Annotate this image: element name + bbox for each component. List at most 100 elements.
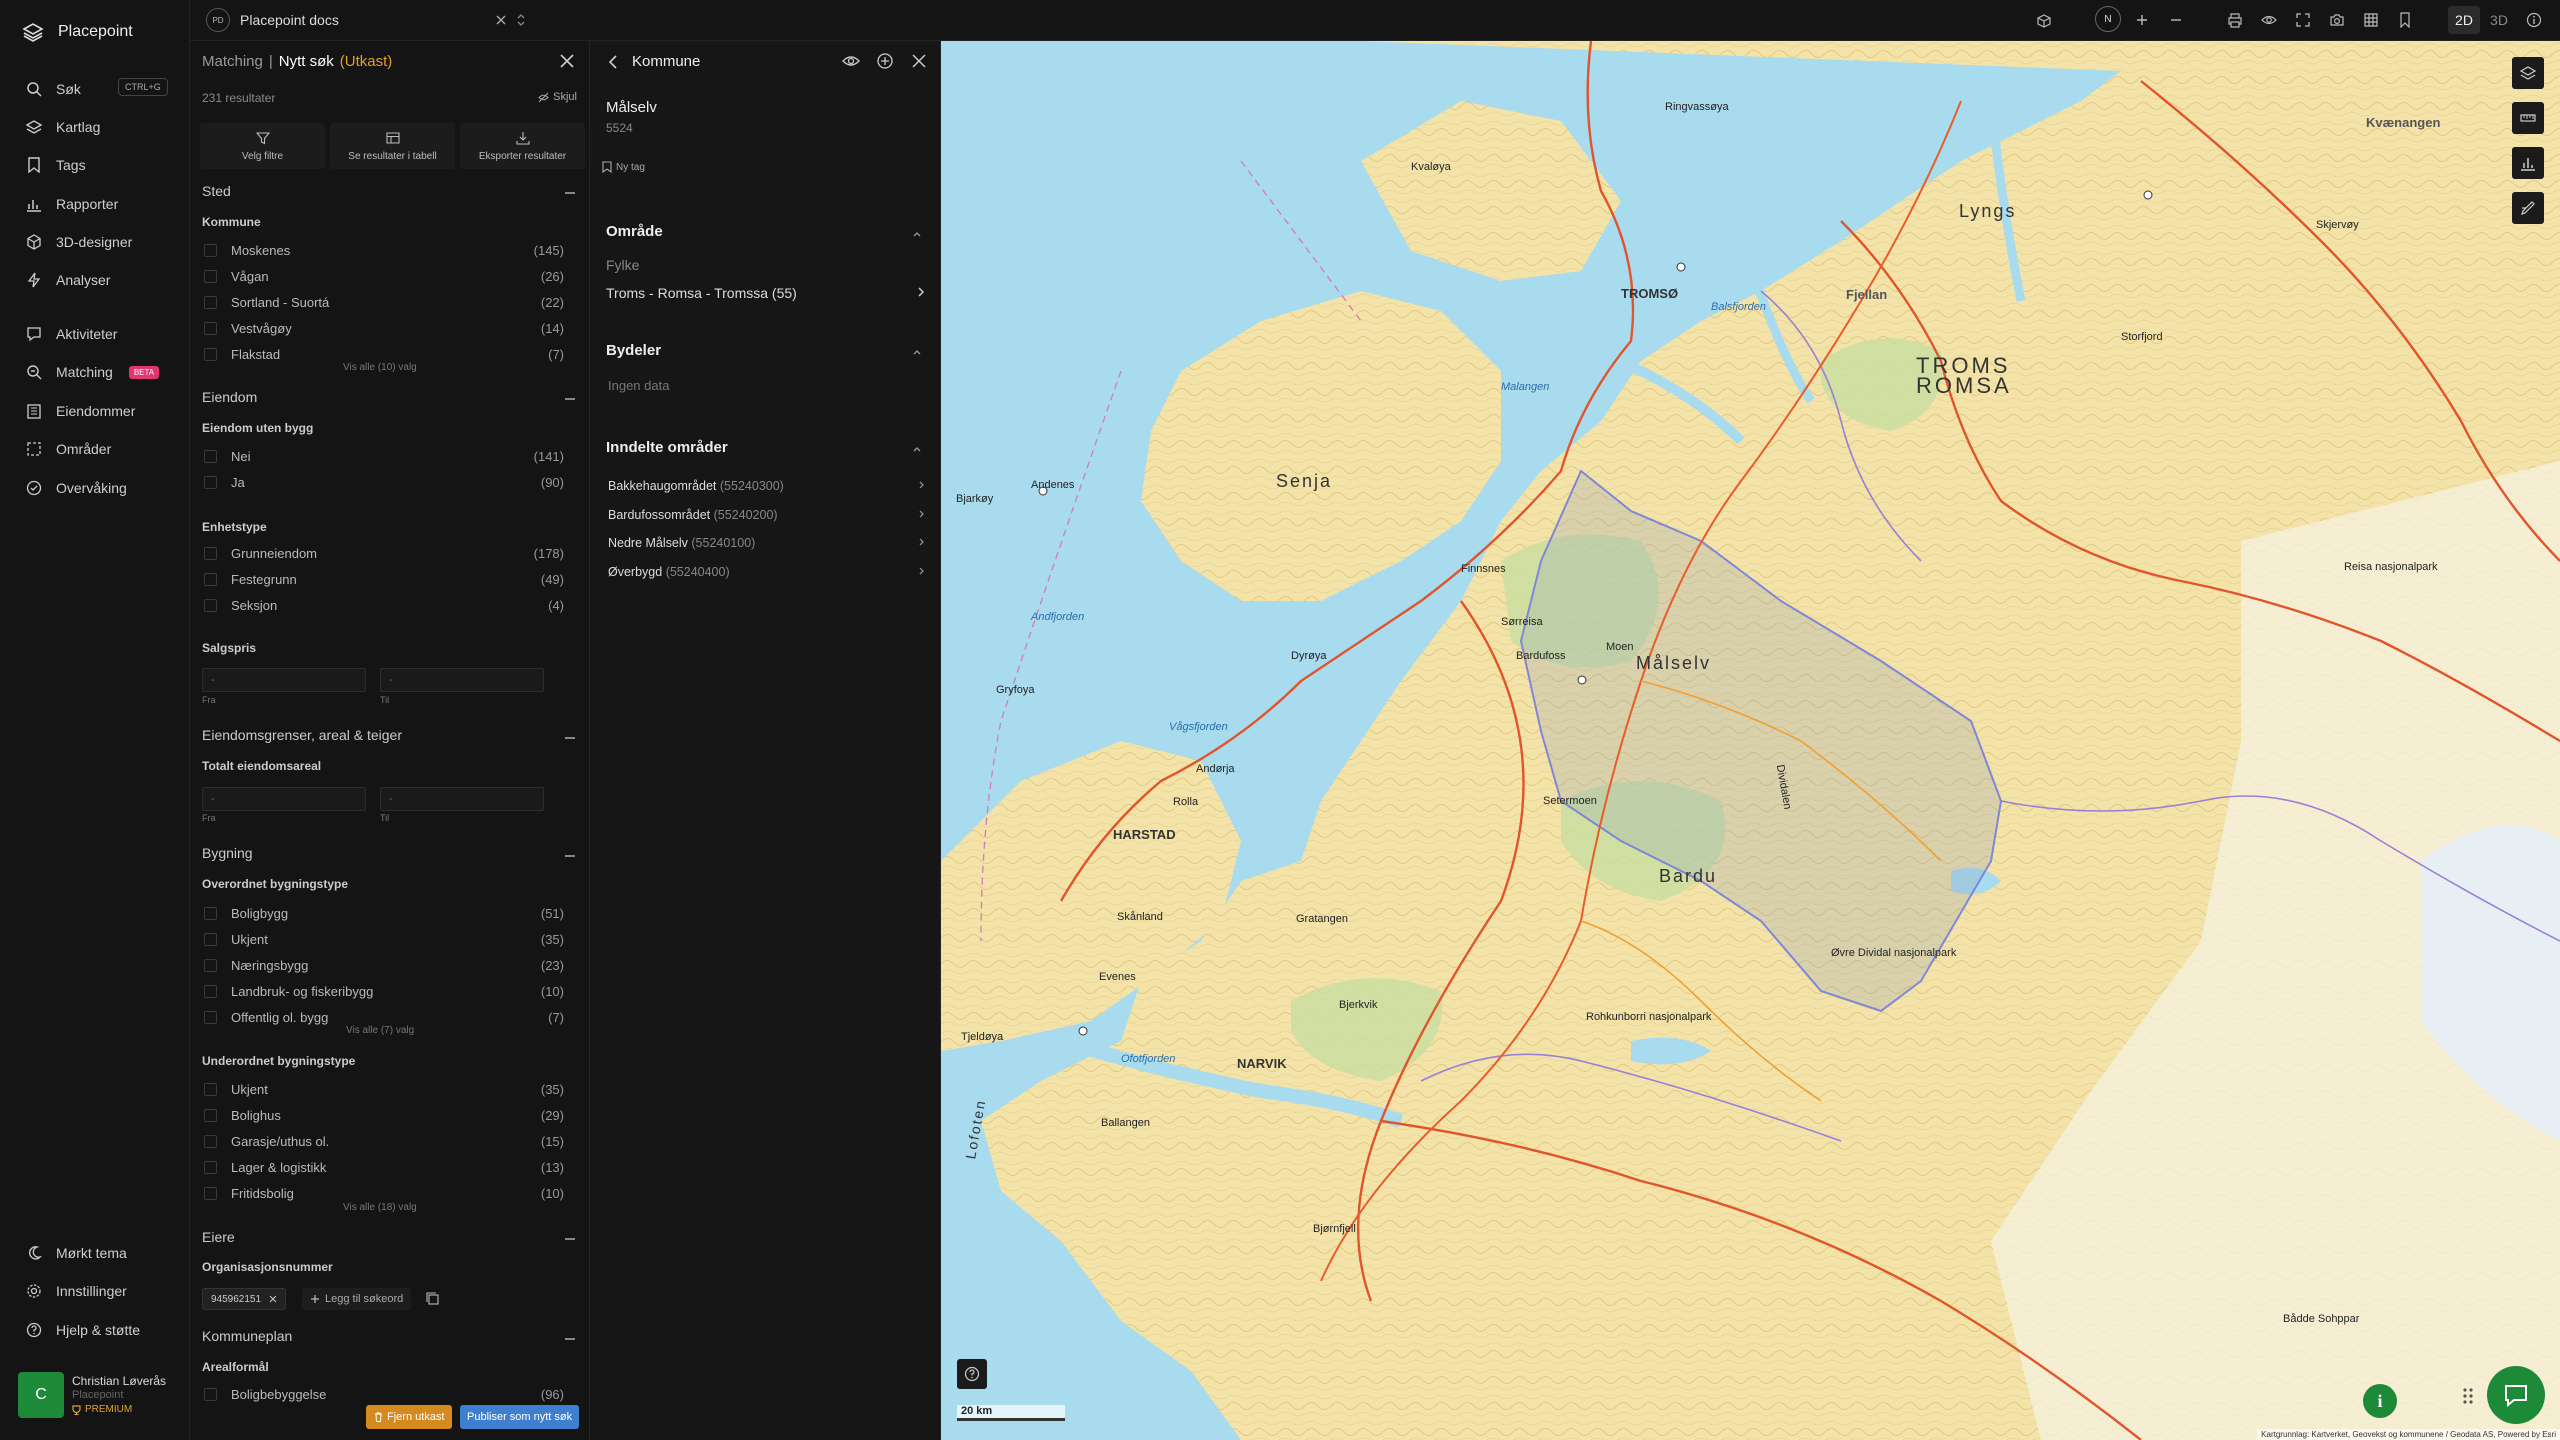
close-icon[interactable] — [910, 52, 928, 70]
screenshot-button[interactable] — [2327, 10, 2347, 30]
filter-option[interactable]: Landbruk- og fiskeribygg (10) — [204, 980, 564, 1002]
section-eiere[interactable]: Eiere — [202, 1229, 235, 1245]
brand[interactable]: Placepoint — [22, 22, 133, 42]
collapse-icon[interactable] — [565, 398, 575, 400]
section-eiendom[interactable]: Eiendom — [202, 389, 257, 405]
document-selector[interactable]: PD Placepoint docs — [206, 7, 526, 33]
filter-option[interactable]: Sortland - Suortá (22) — [204, 291, 564, 313]
nav-item-kartlag[interactable]: Kartlag — [26, 114, 176, 140]
nav-item-matching[interactable]: Matching BETA — [26, 359, 176, 385]
filter-option[interactable]: Grunneiendom (178) — [204, 542, 564, 564]
area-to-input[interactable]: - — [380, 787, 544, 811]
filter-option[interactable]: Nei (141) — [204, 445, 564, 467]
info-button[interactable] — [2524, 10, 2544, 30]
area-row[interactable]: Bakkehaugområdet (55240300) — [608, 479, 926, 493]
area-row[interactable]: Nedre Målselv (55240100) — [608, 536, 926, 550]
filter-option[interactable]: Bolighus (29) — [204, 1104, 564, 1126]
filter-option[interactable]: Boligbebyggelse (96) — [204, 1383, 564, 1405]
map-info-button[interactable]: i — [2363, 1384, 2397, 1418]
section-kommuneplan[interactable]: Kommuneplan — [202, 1328, 292, 1344]
nav-item-overvaking[interactable]: Overvåking — [26, 475, 176, 501]
filter-option[interactable]: Vågan (26) — [204, 265, 564, 287]
collapse-icon[interactable] — [565, 855, 575, 857]
view-button[interactable] — [2259, 10, 2279, 30]
mode-2d-button[interactable]: 2D — [2448, 6, 2480, 34]
section-sted[interactable]: Sted — [202, 183, 231, 199]
close-icon[interactable] — [269, 1295, 277, 1303]
buildings-3d-button[interactable] — [2034, 10, 2054, 30]
map-layers-button[interactable] — [2512, 57, 2544, 89]
filter-option[interactable]: Ja (90) — [204, 471, 564, 493]
nav-help[interactable]: Hjelp & støtte — [26, 1317, 176, 1343]
drag-handle-icon[interactable] — [2461, 1386, 2475, 1406]
checkbox[interactable] — [204, 572, 217, 586]
collapse-icon[interactable] — [565, 1338, 575, 1340]
show-all-overordnet[interactable]: Vis alle (7) valg — [346, 1025, 414, 1036]
nav-item-rapporter[interactable]: Rapporter — [26, 191, 176, 217]
checkbox[interactable] — [204, 958, 217, 972]
section-inndelte[interactable]: Inndelte områder — [606, 439, 728, 456]
filter-option[interactable]: Lager & logistikk (13) — [204, 1156, 564, 1178]
copy-button[interactable] — [422, 1288, 444, 1310]
bookmark-button[interactable] — [2395, 10, 2415, 30]
filter-option[interactable]: Festegrunn (49) — [204, 568, 564, 590]
section-omrade[interactable]: Område — [606, 223, 663, 240]
checkbox[interactable] — [204, 269, 217, 283]
filter-option[interactable]: Seksjon (4) — [204, 594, 564, 616]
view-table-button[interactable]: Se resultater i tabell — [330, 123, 455, 169]
checkbox[interactable] — [204, 1134, 217, 1148]
fullscreen-button[interactable] — [2293, 10, 2313, 30]
chat-button[interactable] — [2487, 1366, 2545, 1424]
map-draw-button[interactable] — [2512, 192, 2544, 224]
checkbox[interactable] — [204, 243, 217, 257]
filter-option[interactable]: Ukjent (35) — [204, 1078, 564, 1100]
nav-item-analyser[interactable]: Analyser — [26, 267, 176, 293]
filter-option[interactable]: Garasje/uthus ol. (15) — [204, 1130, 564, 1152]
chevron-left-icon[interactable] — [606, 53, 620, 71]
checkbox[interactable] — [204, 347, 217, 361]
filter-option[interactable]: Moskenes (145) — [204, 239, 564, 261]
breadcrumb-matching[interactable]: Matching — [202, 53, 263, 70]
checkbox[interactable] — [204, 295, 217, 309]
mode-3d-button[interactable]: 3D — [2483, 6, 2515, 34]
filter-option[interactable]: Ukjent (35) — [204, 928, 564, 950]
checkbox[interactable] — [204, 1010, 217, 1024]
chevron-up-icon[interactable] — [912, 444, 922, 454]
checkbox[interactable] — [204, 546, 217, 560]
checkbox[interactable] — [204, 1082, 217, 1096]
close-icon[interactable] — [557, 51, 577, 71]
filter-option[interactable]: Boligbygg (51) — [204, 902, 564, 924]
zoom-in-button[interactable] — [2132, 10, 2152, 30]
checkbox[interactable] — [204, 1387, 217, 1401]
area-row[interactable]: Bardufossområdet (55240200) — [608, 508, 926, 522]
section-bydeler[interactable]: Bydeler — [606, 342, 661, 359]
zoom-out-button[interactable] — [2166, 10, 2186, 30]
publish-button[interactable]: Publiser som nytt søk — [460, 1405, 580, 1429]
checkbox[interactable] — [204, 1108, 217, 1122]
filter-option[interactable]: Fritidsbolig (10) — [204, 1182, 564, 1204]
checkbox[interactable] — [204, 321, 217, 335]
nav-dark-theme[interactable]: Mørkt tema — [26, 1240, 176, 1266]
section-bygning[interactable]: Bygning — [202, 845, 253, 861]
map-statistics-button[interactable] — [2512, 147, 2544, 179]
chevron-up-icon[interactable] — [912, 347, 922, 357]
orgnr-chip[interactable]: 945962151 — [202, 1288, 287, 1310]
fylke-row[interactable]: Troms - Romsa - Tromssa (55) — [606, 285, 926, 301]
hide-button[interactable]: Skjul — [538, 91, 577, 103]
checkbox[interactable] — [204, 598, 217, 612]
checkbox[interactable] — [204, 932, 217, 946]
checkbox[interactable] — [204, 1186, 217, 1200]
close-icon[interactable] — [496, 15, 506, 25]
price-from-input[interactable]: - — [202, 668, 366, 692]
checkbox[interactable] — [204, 984, 217, 998]
remove-draft-button[interactable]: Fjern utkast — [366, 1405, 453, 1429]
nav-item-omrader[interactable]: Områder — [26, 436, 176, 462]
select-filters-button[interactable]: Velg filtre — [200, 123, 325, 169]
map-canvas[interactable] — [941, 41, 2560, 1440]
add-keyword-button[interactable]: Legg til søkeord — [302, 1288, 412, 1310]
show-all-underordnet[interactable]: Vis alle (18) valg — [343, 1202, 417, 1213]
checkbox[interactable] — [204, 475, 217, 489]
new-tag-button[interactable]: Ny tag — [602, 161, 645, 173]
checkbox[interactable] — [204, 1160, 217, 1174]
price-to-input[interactable]: - — [380, 668, 544, 692]
